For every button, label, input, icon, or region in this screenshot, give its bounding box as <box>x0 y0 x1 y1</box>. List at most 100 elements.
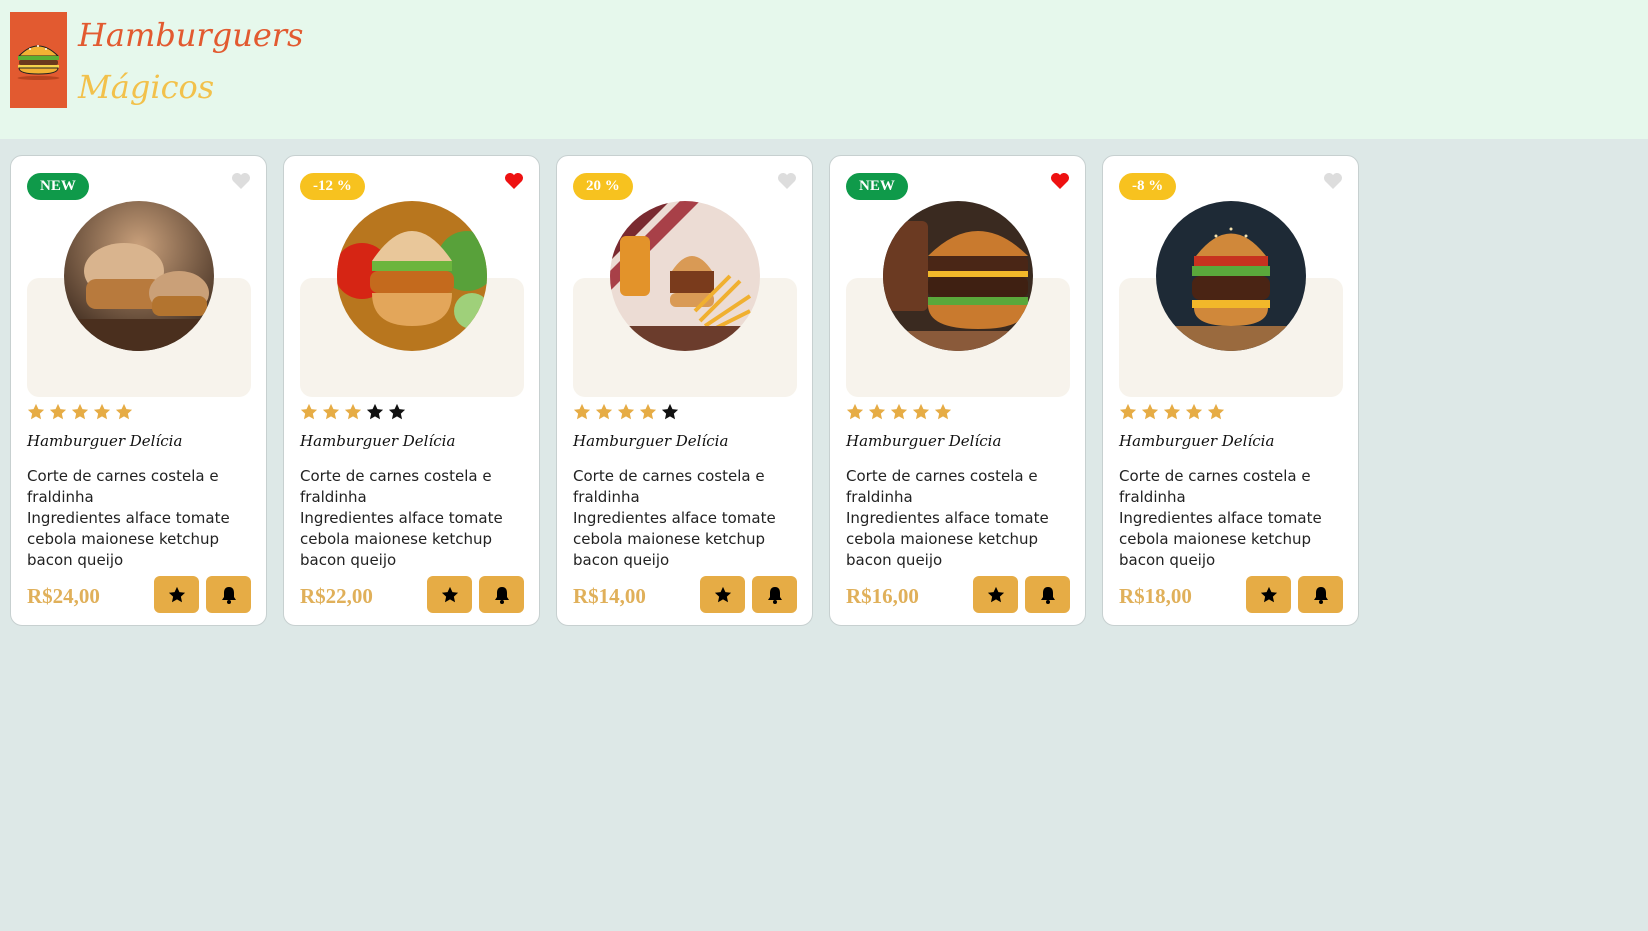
notify-button[interactable] <box>479 576 524 613</box>
notify-button[interactable] <box>206 576 251 613</box>
star-icon <box>661 403 679 420</box>
star-icon <box>366 403 384 420</box>
star-icon <box>49 403 67 420</box>
bell-icon <box>1040 586 1055 604</box>
product-description: Corte de carnes costela e fraldinha Ingr… <box>27 466 255 571</box>
product-image <box>883 201 1033 351</box>
heart-icon[interactable] <box>231 172 251 190</box>
product-image <box>64 201 214 351</box>
product-price: R$24,00 <box>27 584 100 608</box>
star-icon <box>1141 403 1159 420</box>
bell-icon <box>221 586 236 604</box>
product-title: Hamburguer Delícia <box>573 432 729 450</box>
star-icon <box>912 403 930 420</box>
description-ingredients: Ingredientes alface tomate cebola maione… <box>27 509 230 569</box>
brand-subtitle: Mágicos <box>78 68 215 106</box>
star-icon <box>93 403 111 420</box>
heart-icon[interactable] <box>777 172 797 190</box>
product-description: Corte de carnes costela e fraldinha Ingr… <box>300 466 528 571</box>
rating <box>300 403 406 421</box>
site-header: Hamburguers Mágicos <box>0 0 1648 139</box>
star-icon <box>639 403 657 420</box>
description-ingredients: Ingredientes alface tomate cebola maione… <box>846 509 1049 569</box>
product-price: R$22,00 <box>300 584 373 608</box>
notify-button[interactable] <box>1298 576 1343 613</box>
star-icon <box>168 586 185 602</box>
star-icon <box>868 403 886 420</box>
notify-button[interactable] <box>1025 576 1070 613</box>
star-icon <box>573 403 591 420</box>
product-card: 20 % Hamburguer Delícia Corte de carnes … <box>556 155 813 626</box>
product-card: NEW Hamburguer Delícia Corte de carnes c… <box>10 155 267 626</box>
product-description: Corte de carnes costela e fraldinha Ingr… <box>573 466 801 571</box>
heart-icon[interactable] <box>1323 172 1343 190</box>
star-icon <box>388 403 406 420</box>
description-cut: Corte de carnes costela e fraldinha <box>300 467 492 506</box>
star-icon <box>115 403 133 420</box>
favorite-button[interactable] <box>973 576 1018 613</box>
description-cut: Corte de carnes costela e fraldinha <box>846 467 1038 506</box>
star-icon <box>322 403 340 420</box>
discount-badge: -12 % <box>300 173 365 200</box>
star-icon <box>441 586 458 602</box>
rating <box>1119 403 1225 421</box>
bell-icon <box>1313 586 1328 604</box>
product-title: Hamburguer Delícia <box>27 432 183 450</box>
product-title: Hamburguer Delícia <box>846 432 1002 450</box>
favorite-button[interactable] <box>1246 576 1291 613</box>
product-title: Hamburguer Delícia <box>1119 432 1275 450</box>
logo[interactable] <box>10 12 67 108</box>
bell-icon <box>494 586 509 604</box>
notify-button[interactable] <box>752 576 797 613</box>
rating <box>27 403 133 421</box>
description-ingredients: Ingredientes alface tomate cebola maione… <box>1119 509 1322 569</box>
description-ingredients: Ingredientes alface tomate cebola maione… <box>573 509 776 569</box>
heart-icon[interactable] <box>1050 172 1070 190</box>
discount-badge: 20 % <box>573 173 633 200</box>
product-description: Corte de carnes costela e fraldinha Ingr… <box>1119 466 1347 571</box>
new-badge: NEW <box>846 173 908 200</box>
bell-icon <box>767 586 782 604</box>
product-card: -8 % Hamburguer Delícia Corte de carnes … <box>1102 155 1359 626</box>
discount-badge: -8 % <box>1119 173 1177 200</box>
star-icon <box>344 403 362 420</box>
product-image <box>1156 201 1306 351</box>
star-icon <box>714 586 731 602</box>
star-icon <box>300 403 318 420</box>
favorite-button[interactable] <box>700 576 745 613</box>
product-title: Hamburguer Delícia <box>300 432 456 450</box>
star-icon <box>595 403 613 420</box>
star-icon <box>1260 586 1277 602</box>
product-image <box>610 201 760 351</box>
star-icon <box>934 403 952 420</box>
favorite-button[interactable] <box>154 576 199 613</box>
brand-title: Hamburguers <box>78 16 304 54</box>
heart-icon[interactable] <box>504 172 524 190</box>
description-cut: Corte de carnes costela e fraldinha <box>1119 467 1311 506</box>
product-description: Corte de carnes costela e fraldinha Ingr… <box>846 466 1074 571</box>
rating <box>573 403 679 421</box>
star-icon <box>987 586 1004 602</box>
star-icon <box>846 403 864 420</box>
star-icon <box>71 403 89 420</box>
description-ingredients: Ingredientes alface tomate cebola maione… <box>300 509 503 569</box>
product-price: R$16,00 <box>846 584 919 608</box>
product-price: R$14,00 <box>573 584 646 608</box>
product-card: -12 % Hamburguer Delícia Corte de carnes… <box>283 155 540 626</box>
product-list: NEW Hamburguer Delícia Corte de carnes c… <box>10 155 1359 626</box>
star-icon <box>1185 403 1203 420</box>
product-card: NEW Hamburguer Delícia Corte de carnes c… <box>829 155 1086 626</box>
product-price: R$18,00 <box>1119 584 1192 608</box>
rating <box>846 403 952 421</box>
burger-icon <box>17 45 60 80</box>
product-image <box>337 201 487 351</box>
favorite-button[interactable] <box>427 576 472 613</box>
star-icon <box>617 403 635 420</box>
star-icon <box>1207 403 1225 420</box>
description-cut: Corte de carnes costela e fraldinha <box>573 467 765 506</box>
star-icon <box>27 403 45 420</box>
star-icon <box>1163 403 1181 420</box>
new-badge: NEW <box>27 173 89 200</box>
star-icon <box>890 403 908 420</box>
description-cut: Corte de carnes costela e fraldinha <box>27 467 219 506</box>
